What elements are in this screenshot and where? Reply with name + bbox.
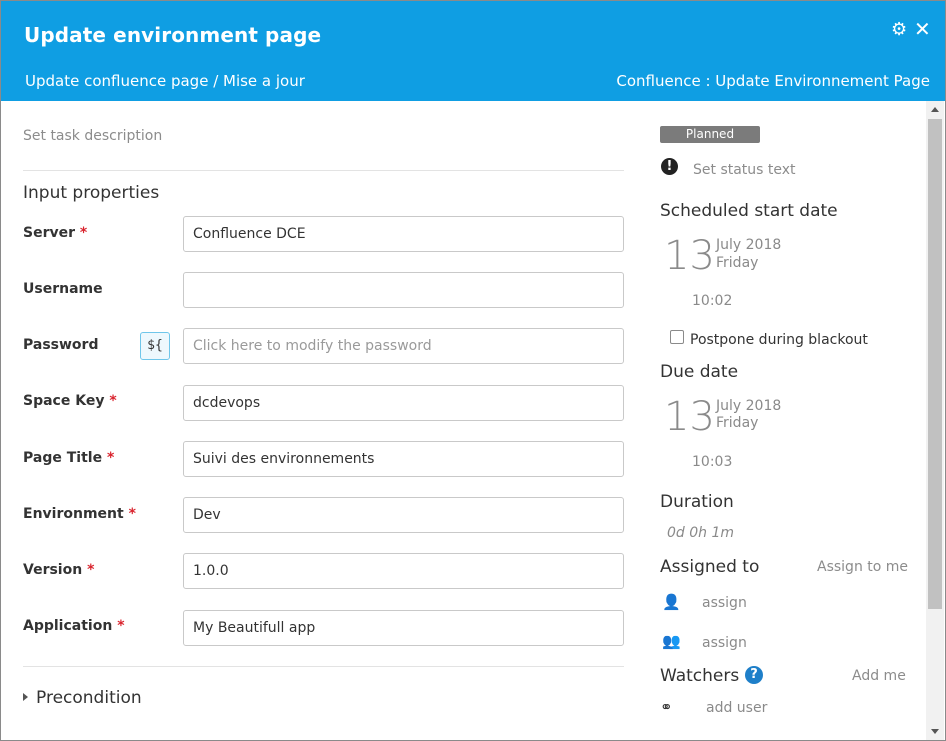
add-user-link[interactable]: add user xyxy=(706,700,767,716)
variable-button[interactable]: ${ xyxy=(140,332,170,360)
watchers-title: Watchers xyxy=(660,666,740,686)
caret-right-icon xyxy=(23,693,28,701)
page-title-input[interactable]: Suivi des environnements xyxy=(183,441,624,477)
assigned-to-title: Assigned to xyxy=(660,557,760,577)
task-dialog: Update environment page Update confluenc… xyxy=(0,0,946,741)
due-day[interactable]: 13 xyxy=(664,394,715,440)
add-me-link[interactable]: Add me xyxy=(852,668,906,684)
scroll-down-icon[interactable] xyxy=(931,729,939,734)
scheduled-weekday: Friday xyxy=(716,255,759,271)
user-icon: 👤 xyxy=(662,593,681,611)
assign-user-link[interactable]: assign xyxy=(702,595,747,611)
space-key-input[interactable]: dcdevops xyxy=(183,385,624,421)
status-text-field[interactable]: Set status text xyxy=(693,162,796,178)
environment-label: Environment * xyxy=(23,506,136,522)
page-title-label: Page Title * xyxy=(23,450,115,466)
username-input[interactable] xyxy=(183,272,624,308)
application-input[interactable]: My Beautifull app xyxy=(183,610,624,646)
gear-icon[interactable]: ⚙ xyxy=(891,21,909,39)
scheduled-time[interactable]: 10:02 xyxy=(692,293,732,309)
duration-title: Duration xyxy=(660,492,734,512)
server-label: Server * xyxy=(23,225,88,241)
help-icon[interactable]: ? xyxy=(745,666,763,684)
status-badge[interactable]: Planned xyxy=(660,126,760,143)
divider xyxy=(23,666,624,667)
dialog-title: Update environment page xyxy=(24,23,322,47)
team-icon: 👥 xyxy=(662,632,681,650)
divider xyxy=(23,170,624,171)
password-label: Password xyxy=(23,337,99,353)
task-type-label: Confluence : Update Environnement Page xyxy=(616,72,930,90)
close-icon[interactable]: ✕ xyxy=(914,19,932,39)
version-input[interactable]: 1.0.0 xyxy=(183,553,624,589)
postpone-label: Postpone during blackout xyxy=(690,332,868,348)
username-label: Username xyxy=(23,281,103,297)
exclamation-icon: ! xyxy=(661,158,678,175)
dialog-header: Update environment page Update confluenc… xyxy=(1,1,945,101)
server-input[interactable]: Confluence DCE xyxy=(183,216,624,252)
application-label: Application * xyxy=(23,618,125,634)
due-weekday: Friday xyxy=(716,415,759,431)
assign-team-link[interactable]: assign xyxy=(702,635,747,651)
environment-input[interactable]: Dev xyxy=(183,497,624,533)
scrollbar[interactable] xyxy=(926,101,944,740)
precondition-label: Precondition xyxy=(36,688,142,708)
task-description-field[interactable]: Set task description xyxy=(23,128,162,144)
scrollbar-thumb[interactable] xyxy=(928,119,942,609)
assign-to-me-link[interactable]: Assign to me xyxy=(817,559,908,575)
scheduled-start-title: Scheduled start date xyxy=(660,201,838,221)
password-input[interactable]: Click here to modify the password xyxy=(183,328,624,364)
scroll-up-icon[interactable] xyxy=(931,107,939,112)
due-time[interactable]: 10:03 xyxy=(692,454,732,470)
due-month[interactable]: July 2018 xyxy=(716,398,781,414)
scheduled-month[interactable]: July 2018 xyxy=(716,237,781,253)
duration-value[interactable]: 0d 0h 1m xyxy=(667,525,734,541)
input-properties-title: Input properties xyxy=(23,183,160,203)
binoculars-icon: ⚭ xyxy=(660,698,673,716)
breadcrumb[interactable]: Update confluence page / Mise a jour xyxy=(25,72,305,90)
precondition-toggle[interactable]: Precondition xyxy=(23,688,142,708)
version-label: Version * xyxy=(23,562,95,578)
postpone-checkbox[interactable] xyxy=(670,330,684,344)
space-key-label: Space Key * xyxy=(23,393,117,409)
due-date-title: Due date xyxy=(660,362,739,382)
scheduled-day[interactable]: 13 xyxy=(664,233,715,279)
